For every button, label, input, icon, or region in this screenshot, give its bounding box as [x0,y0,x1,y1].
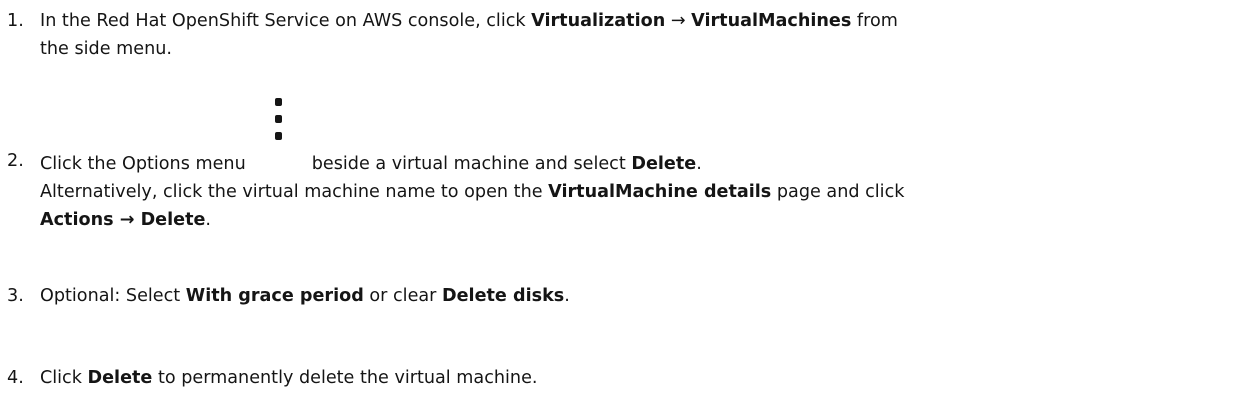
option-delete-disks: Delete disks [442,286,565,306]
step-number: 1. [7,11,24,31]
button-delete: Delete [87,368,153,388]
option-delete: Delete [631,154,697,174]
page-virtualmachine-details: VirtualMachine details [548,182,772,202]
step-number: 3. [7,286,24,306]
instruction-steps: 1. In the Red Hat OpenShift Service on A… [0,0,1251,417]
step-text: In the Red Hat OpenShift Service on AWS … [40,11,898,59]
step-text: Click Delete to permanently delete the v… [40,368,538,388]
step-number: 2. [7,151,24,171]
menu-virtualization: Virtualization [531,11,666,31]
kebab-vertical-icon [246,98,312,169]
step-text: Click the Options menu beside a virtual m… [40,98,1250,234]
step-text: Optional: Select With grace period or cl… [40,286,570,306]
step-number: 4. [7,368,24,388]
option-with-grace-period: With grace period [185,286,364,306]
menu-virtualmachines: VirtualMachines [691,11,852,31]
actions-delete: Actions → Delete [40,210,206,230]
